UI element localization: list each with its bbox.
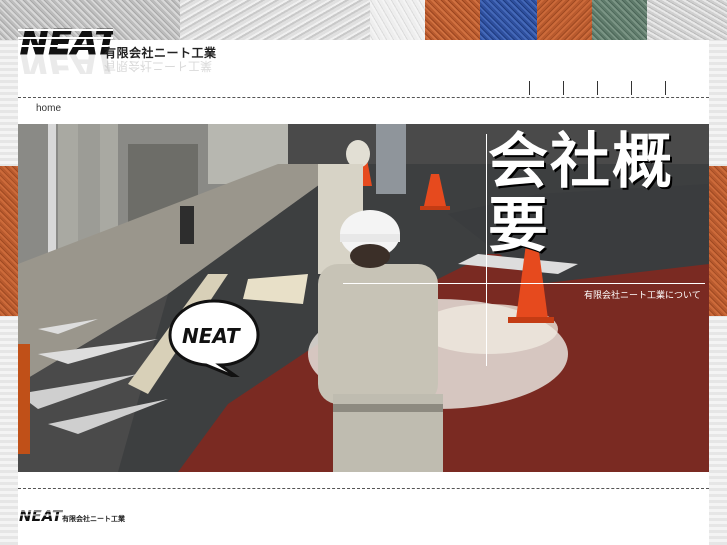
hero-vertical-rule [486,134,487,366]
left-texture-accent [0,166,18,316]
site-header: NEAT NEAT 有限会社ニート工業 有限会社ニート工業 [18,14,709,100]
page-title-line-2: 要 [488,191,550,261]
nav-item-1[interactable] [529,81,563,95]
right-texture-accent [709,166,727,316]
logo-reflection: NEAT [20,46,113,74]
page-title-line-1: 会社概 [488,127,674,197]
nav-item-3[interactable] [597,81,631,95]
page-title: 会社概 要 [488,130,703,258]
header-divider [18,97,709,98]
page-subtitle: 有限会社ニート工業について [584,290,701,300]
hero-banner: 会社概 要 有限会社ニート工業について NEAT [18,124,709,472]
bubble-logo-word: NEAT [182,324,241,348]
company-name-reflection: 有限会社ニート工業 [104,59,213,73]
footer-logo[interactable]: NEAT [18,505,64,525]
footer-divider [18,488,709,489]
footer-logo-word: NEAT [19,507,63,525]
right-texture [709,40,727,545]
footer-company-name: 有限会社ニート工業 [62,516,125,523]
site-logo[interactable]: NEAT NEAT [18,20,121,86]
nav-item-5[interactable] [665,81,699,95]
nav-item-2[interactable] [563,81,597,95]
nav-item-4[interactable] [631,81,665,95]
speech-bubble-logo: NEAT [168,299,260,377]
left-texture [0,40,18,545]
breadcrumb-home[interactable]: home [36,103,61,114]
hero-horizontal-rule [343,283,705,284]
main-nav [529,81,699,95]
